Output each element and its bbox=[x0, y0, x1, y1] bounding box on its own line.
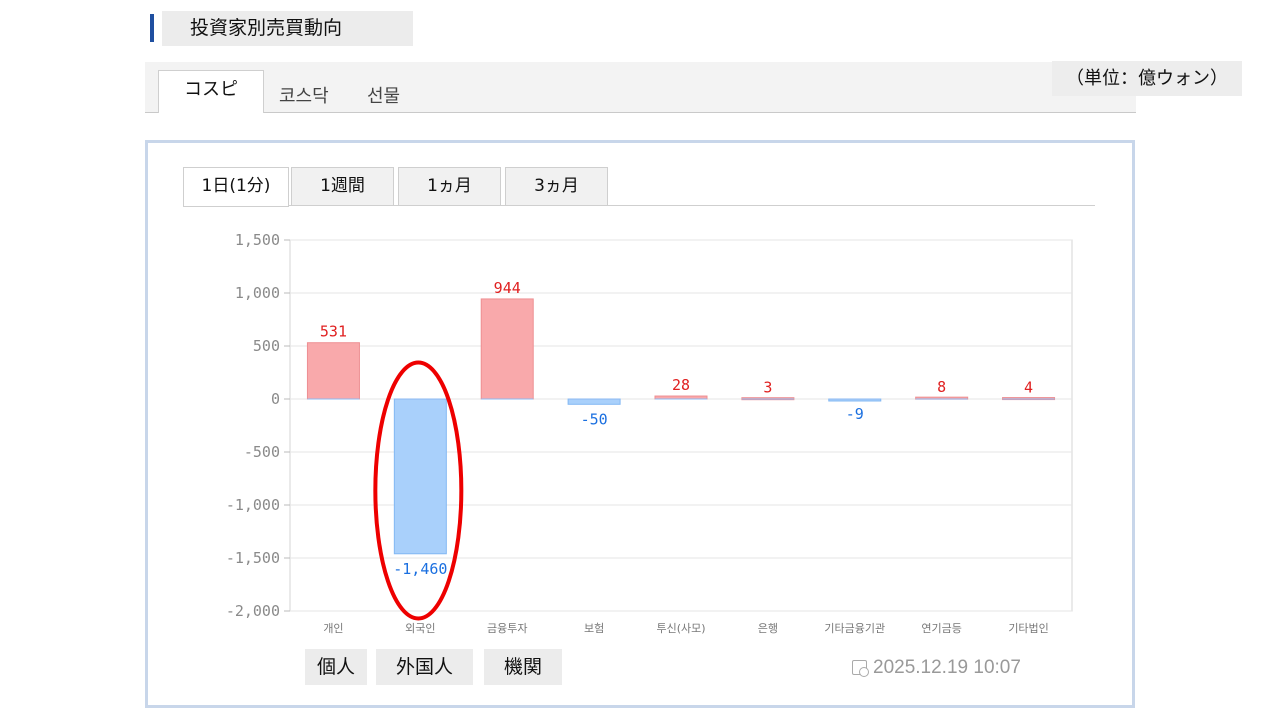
data-label: 3 bbox=[763, 379, 772, 397]
bar bbox=[393, 398, 447, 555]
x-tick-label: 기타법인 bbox=[1008, 622, 1048, 635]
y-tick-label: -2,000 bbox=[226, 602, 280, 620]
x-tick-label: 투신(사모) bbox=[656, 622, 705, 635]
group-label-foreign: 外国人 bbox=[376, 649, 473, 685]
data-label: 4 bbox=[1024, 379, 1033, 397]
x-tick-label: 연기금등 bbox=[921, 622, 961, 635]
y-tick-label: -1,500 bbox=[226, 549, 280, 567]
x-tick-label: 외국인 bbox=[405, 622, 435, 635]
y-tick-label: -500 bbox=[244, 443, 280, 461]
y-tick-label: -1,000 bbox=[226, 496, 280, 514]
data-label: -50 bbox=[581, 410, 608, 428]
data-label: 944 bbox=[494, 279, 521, 297]
x-tick-label: 개인 bbox=[323, 622, 343, 635]
group-label-institution: 機関 bbox=[484, 649, 562, 685]
data-label: 8 bbox=[937, 378, 946, 396]
timestamp-text: 2025.12.19 10:07 bbox=[873, 657, 1021, 678]
x-tick-label: 보험 bbox=[584, 622, 604, 635]
data-label: -9 bbox=[846, 405, 864, 423]
data-label: 28 bbox=[672, 376, 690, 394]
bar bbox=[567, 398, 621, 405]
y-tick-label: 1,500 bbox=[235, 231, 280, 249]
x-tick-label: 금융투자 bbox=[487, 622, 527, 635]
x-tick-label: 은행 bbox=[758, 622, 778, 635]
x-tick-label: 기타금융기관 bbox=[824, 622, 885, 635]
data-label: -1,460 bbox=[393, 560, 447, 578]
update-timestamp: 2025.12.19 10:07 bbox=[852, 657, 1021, 679]
bar bbox=[306, 342, 360, 400]
data-label: 531 bbox=[320, 323, 347, 341]
y-tick-label: 500 bbox=[253, 337, 280, 355]
investor-bar-chart: 1,500 1,000 500 0 -500 -1,000 -1,500 -2,000 531 개… bbox=[226, 231, 1073, 635]
clock-calendar-icon bbox=[852, 660, 869, 677]
y-tick-label: 0 bbox=[271, 390, 280, 408]
bar bbox=[480, 298, 534, 400]
group-label-individual: 個人 bbox=[305, 649, 367, 685]
y-tick-label: 1,000 bbox=[235, 284, 280, 302]
